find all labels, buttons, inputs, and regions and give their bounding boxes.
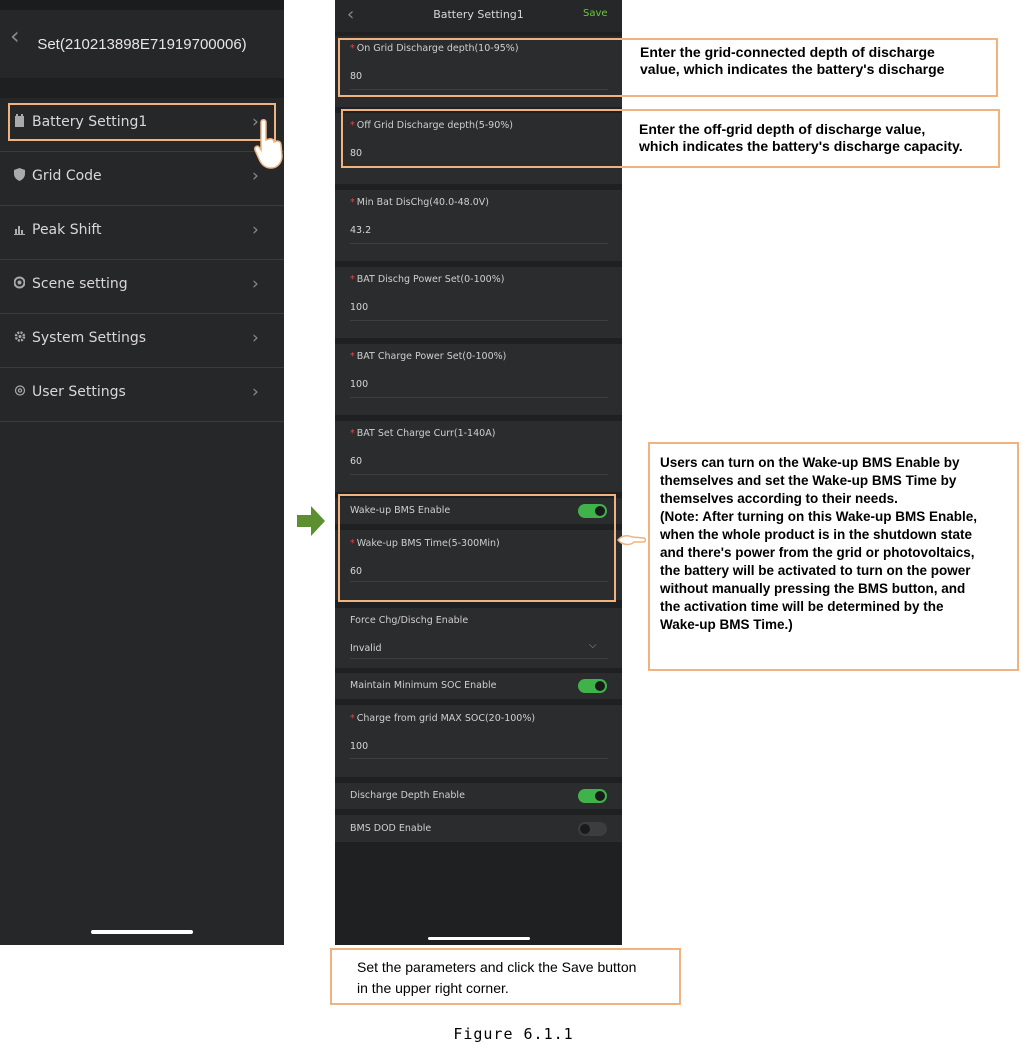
annotation-wakeup: Users can turn on the Wake-up BMS Enable… [660, 455, 977, 632]
hand-pointer-icon [253, 118, 285, 176]
field-underline [350, 397, 608, 398]
figure-caption: Figure 6.1.1 [453, 1025, 574, 1043]
force-chg-dischg-select[interactable]: Invalid [350, 643, 382, 654]
force-chg-dischg-label: Force Chg/Dischg Enable [350, 615, 469, 626]
chevron-right-icon: › [252, 220, 259, 240]
menu-item-user-settings[interactable]: User Settings › [0, 368, 284, 422]
annotation-save: Set the parameters and click the Save bu… [357, 959, 637, 996]
field-underline [350, 658, 608, 659]
arrow-right-icon [297, 506, 325, 540]
toggle-knob [595, 791, 605, 801]
menu-item-peak-shift[interactable]: Peak Shift › [0, 206, 284, 260]
bat-charge-power-input[interactable]: 100 [350, 379, 368, 390]
bms-dod-enable-toggle[interactable] [578, 822, 607, 836]
gear-icon [14, 330, 26, 344]
field-underline [350, 243, 608, 244]
bms-dod-enable-label: BMS DOD Enable [350, 823, 432, 834]
menu-item-label: Scene setting [32, 276, 128, 292]
save-button[interactable]: Save [583, 8, 608, 19]
menu-item-label: System Settings [32, 330, 147, 346]
field-label: * Min Bat DisChg(40.0-48.0V) [350, 197, 489, 208]
chevron-right-icon: › [252, 328, 259, 348]
chevron-down-icon[interactable]: ⌵ [589, 640, 597, 651]
field-label: * BAT Dischg Power Set(0-100%) [350, 274, 505, 285]
chart-icon [14, 222, 26, 236]
field-underline [350, 758, 608, 759]
menu-item-system-settings[interactable]: System Settings › [0, 314, 284, 368]
field-label: * BAT Charge Power Set(0-100%) [350, 351, 507, 362]
bat-dischg-power-input[interactable]: 100 [350, 302, 368, 313]
menu-item-label: Peak Shift [32, 222, 102, 238]
highlight-box-wakeup [338, 494, 616, 602]
highlight-box [8, 103, 276, 141]
toggle-knob [580, 824, 590, 834]
home-indicator [91, 930, 193, 934]
discharge-depth-enable-label: Discharge Depth Enable [350, 790, 465, 801]
pointer-hand-icon [616, 532, 647, 552]
user-icon [14, 384, 26, 398]
chevron-right-icon: › [252, 382, 259, 402]
maintain-min-soc-label: Maintain Minimum SOC Enable [350, 680, 497, 691]
menu-item-grid-code[interactable]: Grid Code › [0, 152, 284, 206]
page-title: Set(210213898E71919700006) [37, 36, 247, 53]
charge-from-grid-max-soc-input[interactable]: 100 [350, 741, 368, 752]
annotation-off-grid: Enter the off-grid depth of discharge va… [639, 121, 963, 154]
annotation-on-grid: Enter the grid-connected depth of discha… [640, 44, 945, 77]
field-underline [350, 474, 608, 475]
shield-icon [14, 168, 26, 182]
field-label: * BAT Set Charge Curr(1-140A) [350, 428, 496, 439]
maintain-min-soc-toggle[interactable] [578, 679, 607, 693]
menu-item-label: User Settings [32, 384, 126, 400]
discharge-depth-enable-toggle[interactable] [578, 789, 607, 803]
scene-icon [13, 276, 26, 290]
field-label: * Charge from grid MAX SOC(20-100%) [350, 713, 536, 724]
status-bar [0, 0, 284, 10]
menu-item-label: Grid Code [32, 168, 102, 184]
bat-set-charge-curr-input[interactable]: 60 [350, 456, 362, 467]
menu-item-scene-setting[interactable]: Scene setting › [0, 260, 284, 314]
page-title: Battery Setting1 [433, 8, 524, 21]
section-divider [0, 78, 284, 98]
min-bat-dischg-input[interactable]: 43.2 [350, 225, 371, 236]
chevron-right-icon: › [252, 274, 259, 294]
toggle-knob [595, 681, 605, 691]
field-underline [350, 320, 608, 321]
home-indicator [428, 937, 530, 940]
